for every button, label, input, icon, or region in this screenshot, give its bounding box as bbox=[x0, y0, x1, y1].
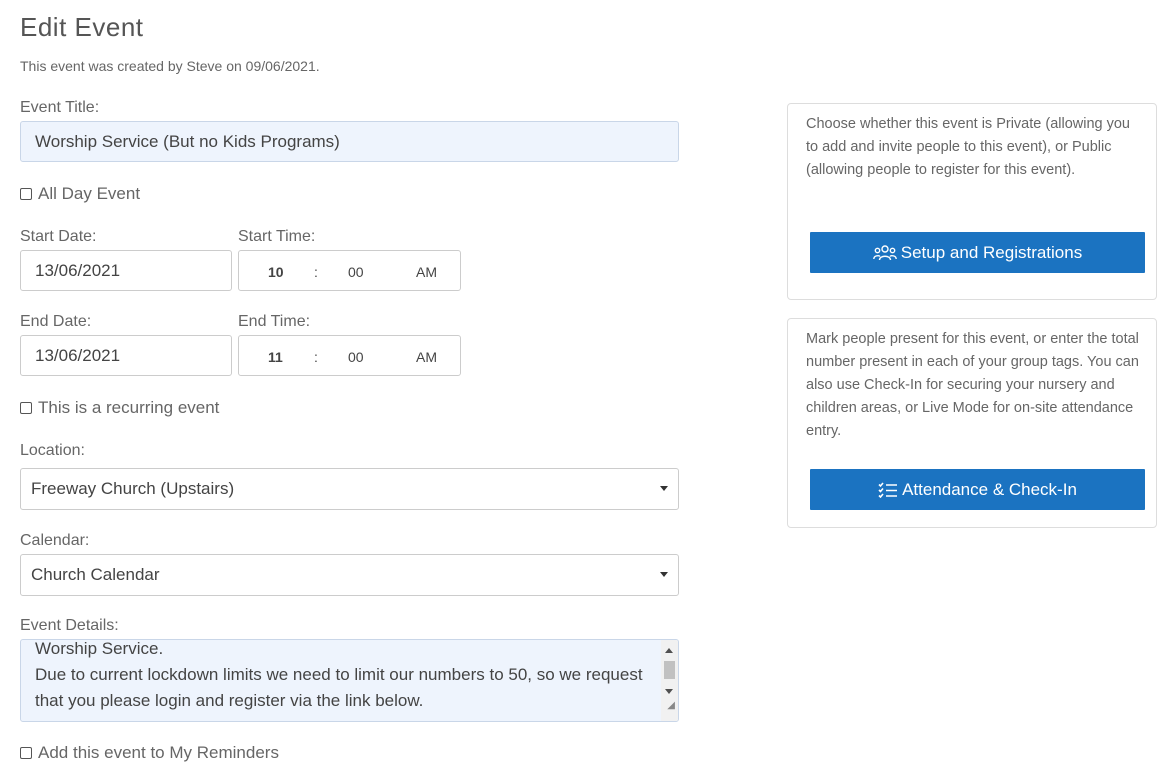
recurring-checkbox[interactable] bbox=[20, 402, 32, 414]
start-time-hour[interactable]: 10 bbox=[268, 264, 284, 280]
event-title-input[interactable]: Worship Service (But no Kids Programs) bbox=[20, 121, 679, 162]
calendar-caret-icon bbox=[660, 572, 668, 577]
people-group-icon bbox=[872, 244, 897, 260]
scroll-up-arrow-icon[interactable] bbox=[665, 648, 673, 653]
event-title-label: Event Title: bbox=[20, 99, 100, 116]
end-time-ampm[interactable]: AM bbox=[416, 349, 437, 365]
recurring-checkbox-row[interactable]: This is a recurring event bbox=[20, 398, 219, 418]
end-date-label: End Date: bbox=[20, 313, 92, 330]
setup-registrations-button[interactable]: Setup and Registrations bbox=[810, 232, 1145, 273]
end-time-separator: : bbox=[314, 349, 318, 365]
attendance-panel: Mark people present for this event, or e… bbox=[787, 318, 1157, 528]
start-date-label: Start Date: bbox=[20, 228, 97, 245]
end-date-input[interactable]: 13/06/2021 bbox=[20, 335, 232, 376]
attendance-panel-text: Mark people present for this event, or e… bbox=[806, 331, 1139, 439]
end-time-input[interactable]: 11 : 00 AM bbox=[238, 335, 461, 376]
setup-registrations-label: Setup and Registrations bbox=[900, 242, 1083, 262]
attendance-checkin-button[interactable]: Attendance & Check-In bbox=[810, 469, 1145, 510]
location-value: Freeway Church (Upstairs) bbox=[31, 479, 235, 498]
recurring-label: This is a recurring event bbox=[38, 398, 220, 417]
attendance-checkin-label: Attendance & Check-In bbox=[902, 479, 1077, 499]
all-day-label: All Day Event bbox=[38, 184, 141, 203]
end-time-hour[interactable]: 11 bbox=[268, 349, 283, 365]
event-title-value: Worship Service (But no Kids Programs) bbox=[35, 131, 340, 151]
end-time-minute[interactable]: 00 bbox=[348, 349, 364, 365]
setup-panel-text: Choose whether this event is Private (al… bbox=[806, 116, 1130, 178]
start-date-input[interactable]: 13/06/2021 bbox=[20, 250, 232, 291]
start-time-ampm[interactable]: AM bbox=[416, 264, 437, 280]
calendar-value: Church Calendar bbox=[31, 565, 160, 584]
location-caret-icon bbox=[660, 486, 668, 491]
created-note: This event was created by Steve on 09/06… bbox=[20, 58, 320, 74]
page-title: Edit Event bbox=[20, 12, 144, 42]
all-day-checkbox-row[interactable]: All Day Event bbox=[20, 184, 140, 204]
start-time-separator: : bbox=[314, 264, 318, 280]
start-time-label: Start Time: bbox=[238, 228, 316, 245]
start-time-minute[interactable]: 00 bbox=[348, 264, 364, 280]
event-details-text: Worship Service. Due to current lockdown… bbox=[35, 639, 643, 710]
reminders-checkbox-row[interactable]: Add this event to My Reminders bbox=[20, 743, 279, 763]
setup-panel: Choose whether this event is Private (al… bbox=[787, 103, 1157, 300]
location-label: Location: bbox=[20, 442, 85, 459]
start-date-value: 13/06/2021 bbox=[35, 260, 121, 280]
start-time-input[interactable]: 10 : 00 AM bbox=[238, 250, 461, 291]
end-date-value: 13/06/2021 bbox=[35, 345, 121, 365]
all-day-checkbox[interactable] bbox=[20, 188, 32, 200]
reminders-label: Add this event to My Reminders bbox=[38, 743, 279, 762]
resize-grip-icon[interactable]: ◢ bbox=[667, 693, 675, 719]
calendar-label: Calendar: bbox=[20, 532, 90, 549]
checklist-icon bbox=[878, 481, 898, 498]
calendar-select[interactable]: Church Calendar bbox=[20, 554, 679, 596]
event-details-textarea[interactable]: Worship Service. Due to current lockdown… bbox=[20, 639, 679, 722]
reminders-checkbox[interactable] bbox=[20, 747, 32, 759]
location-select[interactable]: Freeway Church (Upstairs) bbox=[20, 468, 679, 510]
event-details-label: Event Details: bbox=[20, 617, 119, 634]
scroll-thumb[interactable] bbox=[664, 661, 675, 679]
end-time-label: End Time: bbox=[238, 313, 311, 330]
